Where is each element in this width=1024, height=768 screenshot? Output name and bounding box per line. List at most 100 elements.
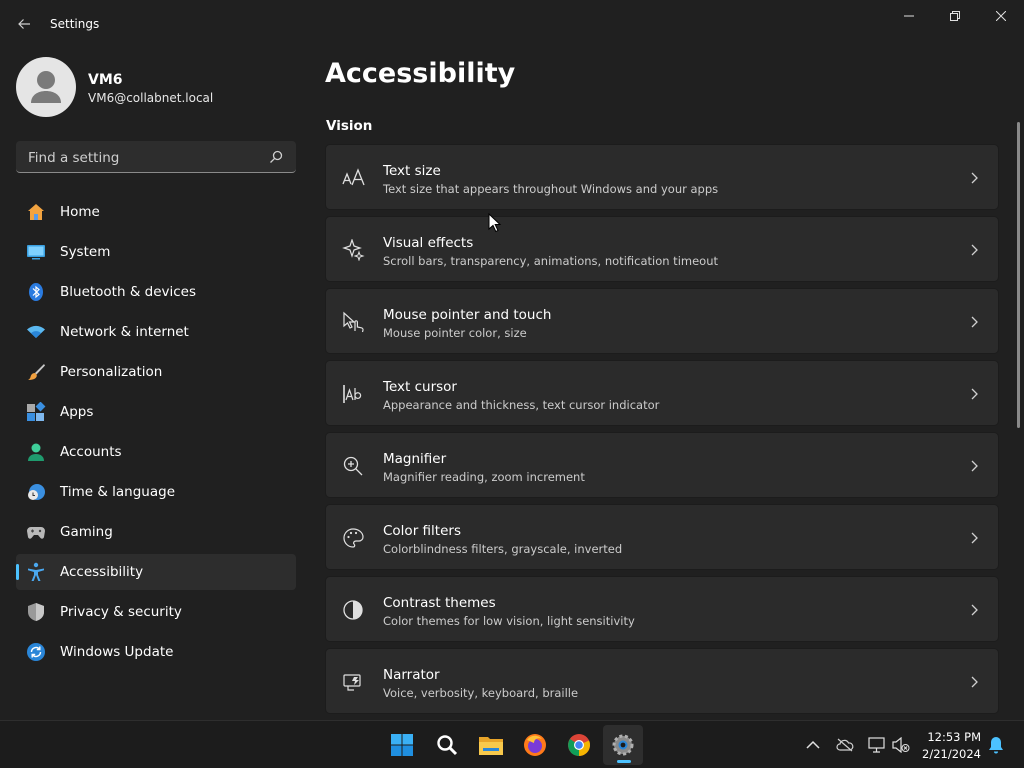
file-explorer-button[interactable] (471, 725, 511, 765)
restore-button[interactable] (932, 0, 978, 32)
apps-icon (27, 402, 46, 421)
card-title: Mouse pointer and touch (383, 307, 552, 323)
chevron-right-icon (971, 532, 978, 544)
gamepad-icon (27, 527, 45, 539)
system-icon (27, 245, 45, 260)
sidebar-item-label: Privacy & security (60, 604, 182, 620)
firefox-icon (524, 734, 546, 756)
palette-icon (343, 528, 364, 548)
card-contrast-themes[interactable]: Contrast themes Color themes for low vis… (325, 576, 999, 642)
settings-taskbar-button[interactable] (603, 725, 643, 765)
sidebar-item-home[interactable]: Home (16, 194, 296, 230)
taskbar-search-button[interactable] (427, 725, 467, 765)
chrome-button[interactable] (559, 725, 599, 765)
onedrive-icon (836, 738, 854, 752)
sidebar-item-bluetooth[interactable]: Bluetooth & devices (16, 274, 296, 310)
accounts-icon (28, 443, 44, 461)
sidebar-item-accounts[interactable]: Accounts (16, 434, 296, 470)
sidebar-item-label: Apps (60, 404, 94, 420)
back-arrow-icon (18, 19, 30, 29)
card-text-cursor[interactable]: Text cursor Appearance and thickness, te… (325, 360, 999, 426)
wifi-icon (27, 325, 45, 338)
clock-date[interactable]: 2/21/2024 (920, 747, 981, 761)
sidebar-item-label: Bluetooth & devices (60, 284, 197, 300)
sidebar-item-label: Gaming (60, 524, 113, 540)
visual-effects-icon (342, 239, 365, 261)
minimize-button[interactable] (886, 0, 932, 32)
card-visual-effects[interactable]: Visual effects Scroll bars, transparency… (325, 216, 999, 282)
shield-icon (28, 603, 44, 621)
section-title: Vision (326, 118, 373, 134)
card-title: Contrast themes (383, 595, 496, 611)
card-mouse-pointer-touch[interactable]: Mouse pointer and touch Mouse pointer co… (325, 288, 999, 354)
active-app-indicator (617, 760, 631, 763)
pointer-touch-icon (343, 311, 364, 333)
sidebar-item-accessibility[interactable]: Accessibility (16, 554, 296, 590)
sidebar-item-label: System (60, 244, 111, 260)
chevron-right-icon (971, 676, 978, 688)
bluetooth-icon (29, 283, 43, 301)
search-icon[interactable] (268, 149, 284, 165)
settings-card-list: Text size Text size that appears through… (325, 144, 999, 720)
start-button[interactable] (382, 725, 422, 765)
close-button[interactable] (978, 0, 1024, 32)
sidebar-item-apps[interactable]: Apps (16, 394, 296, 430)
text-size-icon (342, 168, 365, 186)
chrome-icon (568, 734, 590, 756)
sidebar-item-label: Windows Update (60, 644, 174, 660)
sidebar-item-label: Accounts (60, 444, 122, 460)
magnifier-icon (343, 456, 363, 476)
card-magnifier[interactable]: Magnifier Magnifier reading, zoom increm… (325, 432, 999, 498)
settings-gear-icon (612, 734, 634, 756)
volume-tray-button[interactable] (891, 735, 911, 755)
chevron-right-icon (971, 172, 978, 184)
accessibility-icon (28, 562, 44, 581)
card-subtitle: Appearance and thickness, text cursor in… (383, 398, 660, 412)
card-narrator[interactable]: Narrator Voice, verbosity, keyboard, bra… (325, 648, 999, 714)
onedrive-tray-button[interactable] (835, 735, 855, 755)
card-title: Text size (383, 163, 441, 179)
clock-globe-icon (28, 484, 45, 500)
scrollbar[interactable] (1017, 122, 1020, 428)
chevron-right-icon (971, 460, 978, 472)
sidebar-item-personalization[interactable]: Personalization (16, 354, 296, 390)
card-text-size[interactable]: Text size Text size that appears through… (325, 144, 999, 210)
clock-time[interactable]: 12:53 PM (920, 730, 981, 744)
minimize-icon (904, 15, 914, 17)
sidebar-item-privacy-security[interactable]: Privacy & security (16, 594, 296, 630)
search-box[interactable] (16, 141, 296, 173)
card-color-filters[interactable]: Color filters Colorblindness filters, gr… (325, 504, 999, 570)
sidebar-item-windows-update[interactable]: Windows Update (16, 634, 296, 670)
card-title: Color filters (383, 523, 461, 539)
contrast-icon (343, 600, 363, 620)
card-subtitle: Mouse pointer color, size (383, 326, 527, 340)
card-title: Text cursor (383, 379, 457, 395)
sidebar-item-label: Time & language (60, 484, 176, 500)
sidebar-item-system[interactable]: System (16, 234, 296, 270)
sidebar-item-label: Accessibility (60, 564, 144, 580)
chevron-right-icon (971, 604, 978, 616)
sidebar-item-network[interactable]: Network & internet (16, 314, 296, 350)
back-button[interactable] (10, 10, 38, 38)
notification-button[interactable] (986, 735, 1006, 755)
sidebar-item-gaming[interactable]: Gaming (16, 514, 296, 550)
avatar[interactable] (16, 57, 76, 117)
card-title: Visual effects (383, 235, 474, 251)
firefox-button[interactable] (515, 725, 555, 765)
network-icon (868, 737, 885, 753)
user-silhouette-icon (31, 71, 61, 103)
search-input[interactable] (26, 147, 260, 169)
update-icon (27, 643, 45, 661)
close-icon (996, 11, 1006, 21)
start-icon (391, 734, 413, 756)
sidebar-item-time-language[interactable]: Time & language (16, 474, 296, 510)
file-explorer-icon (479, 737, 503, 755)
network-tray-button[interactable] (867, 735, 887, 755)
app-title: Settings (50, 17, 100, 31)
sidebar-item-label: Personalization (60, 364, 163, 380)
chevron-right-icon (971, 244, 978, 256)
show-hidden-icons-button[interactable] (803, 735, 823, 755)
card-subtitle: Scroll bars, transparency, animations, n… (383, 254, 718, 268)
user-email: VM6@collabnet.local (88, 91, 214, 105)
brush-icon (28, 364, 45, 380)
